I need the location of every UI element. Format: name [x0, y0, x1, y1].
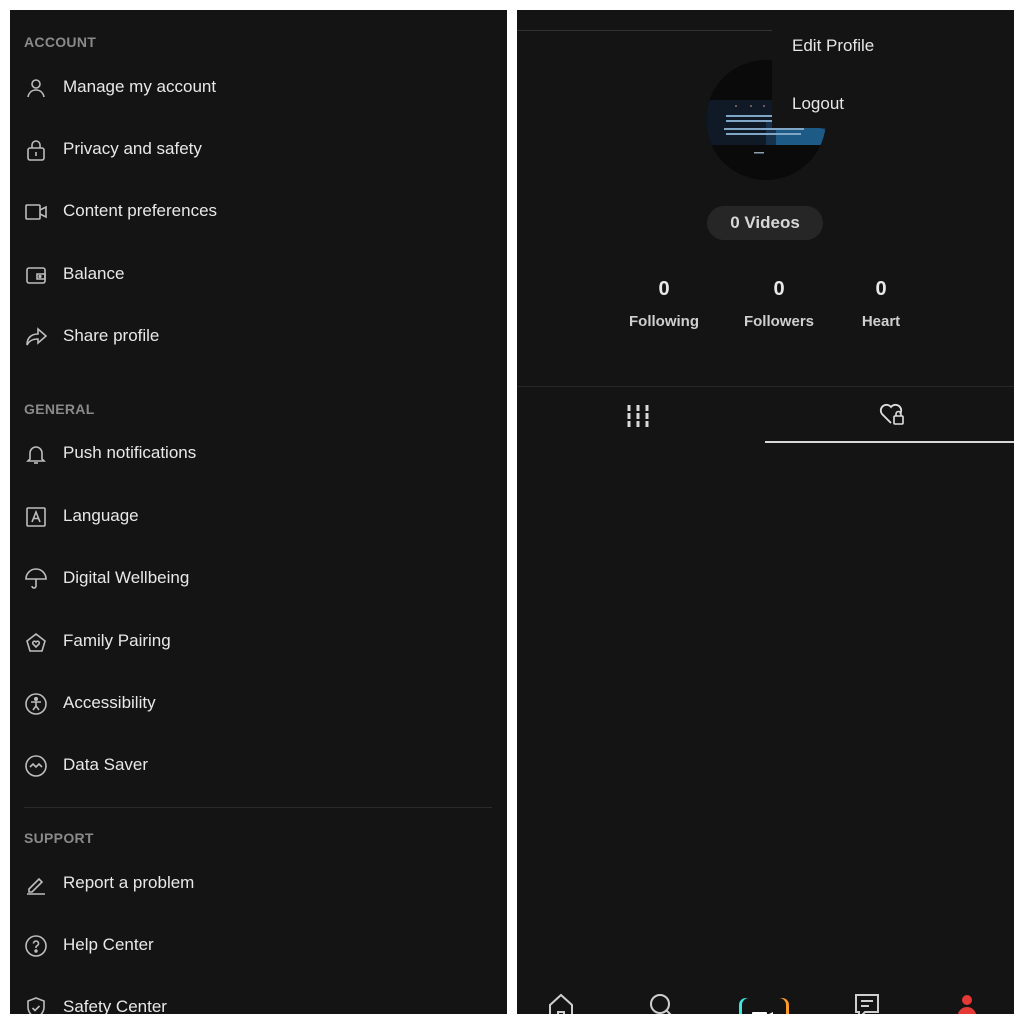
tabs-top-divider [517, 386, 1014, 387]
data-saver-icon [25, 755, 47, 777]
item-label: Help Center [63, 935, 154, 954]
section-title-support: SUPPORT [24, 830, 94, 846]
edit-profile-menu-item[interactable]: Edit Profile [792, 36, 874, 56]
followers-stat[interactable]: 0 Followers [729, 278, 829, 330]
heart-stat[interactable]: 0 Heart [831, 278, 931, 330]
lock-icon [27, 140, 45, 161]
bell-icon [26, 446, 46, 464]
grid-icon[interactable] [625, 403, 651, 429]
item-label: Family Pairing [63, 631, 171, 650]
video-icon [25, 204, 47, 220]
family-pairing-item[interactable]: Family Pairing [10, 622, 507, 662]
shield-icon [27, 997, 45, 1014]
push-notifications-item[interactable]: Push notifications [10, 434, 507, 474]
item-label: Privacy and safety [63, 139, 202, 158]
followers-label: Followers [743, 313, 814, 330]
help-center-item[interactable]: Help Center [10, 926, 507, 966]
share-icon [26, 327, 48, 346]
profile-panel: Edit Profile Logout 0 Videos 0 Following… [517, 10, 1014, 1014]
manage-account-item[interactable]: Manage my account [10, 68, 507, 108]
privacy-safety-item[interactable]: Privacy and safety [10, 130, 507, 170]
following-stat[interactable]: 0 Following [614, 278, 714, 330]
videos-count-pill[interactable]: 0 Videos [707, 206, 823, 240]
section-title-general: GENERAL [24, 401, 95, 417]
followers-count: 0 [773, 278, 785, 300]
share-profile-item[interactable]: Share profile [10, 317, 507, 357]
heart-count: 0 [875, 278, 887, 300]
item-label: Accessibility [63, 693, 156, 712]
accessibility-icon [25, 693, 47, 715]
item-label: Content preferences [63, 201, 218, 220]
language-item[interactable]: Language [10, 497, 507, 537]
item-label: Digital Wellbeing [63, 568, 190, 587]
report-problem-item[interactable]: Report a problem [10, 864, 507, 904]
profile-icon[interactable] [953, 992, 981, 1014]
item-label: Share profile [63, 326, 160, 345]
active-tab-indicator [765, 441, 1014, 443]
item-label: Push notifications [63, 443, 197, 462]
item-label: Balance [63, 264, 125, 283]
settings-panel: ACCOUNT Manage my account Privacy and sa… [10, 10, 507, 1014]
create-icon[interactable] [739, 996, 789, 1014]
wallet-icon [26, 267, 46, 284]
profile-options-menu: Edit Profile Logout [772, 10, 1014, 128]
person-icon [27, 79, 45, 98]
pencil-icon [27, 877, 45, 895]
item-label: Report a problem [63, 873, 195, 892]
liked-locked-icon[interactable] [878, 401, 906, 427]
home-icon[interactable] [547, 992, 575, 1014]
balance-item[interactable]: Balance [10, 255, 507, 295]
home-heart-icon [26, 632, 46, 652]
content-preferences-item[interactable]: Content preferences [10, 192, 507, 232]
help-icon [25, 935, 47, 957]
inbox-icon[interactable] [853, 992, 881, 1014]
accessibility-item[interactable]: Accessibility [10, 684, 507, 724]
safety-center-item[interactable]: Safety Center [10, 988, 507, 1014]
logout-menu-item[interactable]: Logout [792, 94, 844, 114]
item-label: Language [63, 506, 139, 525]
section-title-account: ACCOUNT [24, 34, 97, 50]
following-label: Following [629, 313, 699, 330]
section-divider [24, 807, 492, 808]
search-icon[interactable] [648, 992, 676, 1014]
item-label: Data Saver [63, 755, 149, 774]
language-icon [26, 507, 46, 527]
item-label: Safety Center [63, 997, 167, 1014]
following-count: 0 [658, 278, 670, 300]
umbrella-icon [25, 568, 47, 589]
item-label: Manage my account [63, 77, 217, 96]
digital-wellbeing-item[interactable]: Digital Wellbeing [10, 559, 507, 599]
heart-label: Heart [861, 313, 901, 330]
data-saver-item[interactable]: Data Saver [10, 746, 507, 786]
